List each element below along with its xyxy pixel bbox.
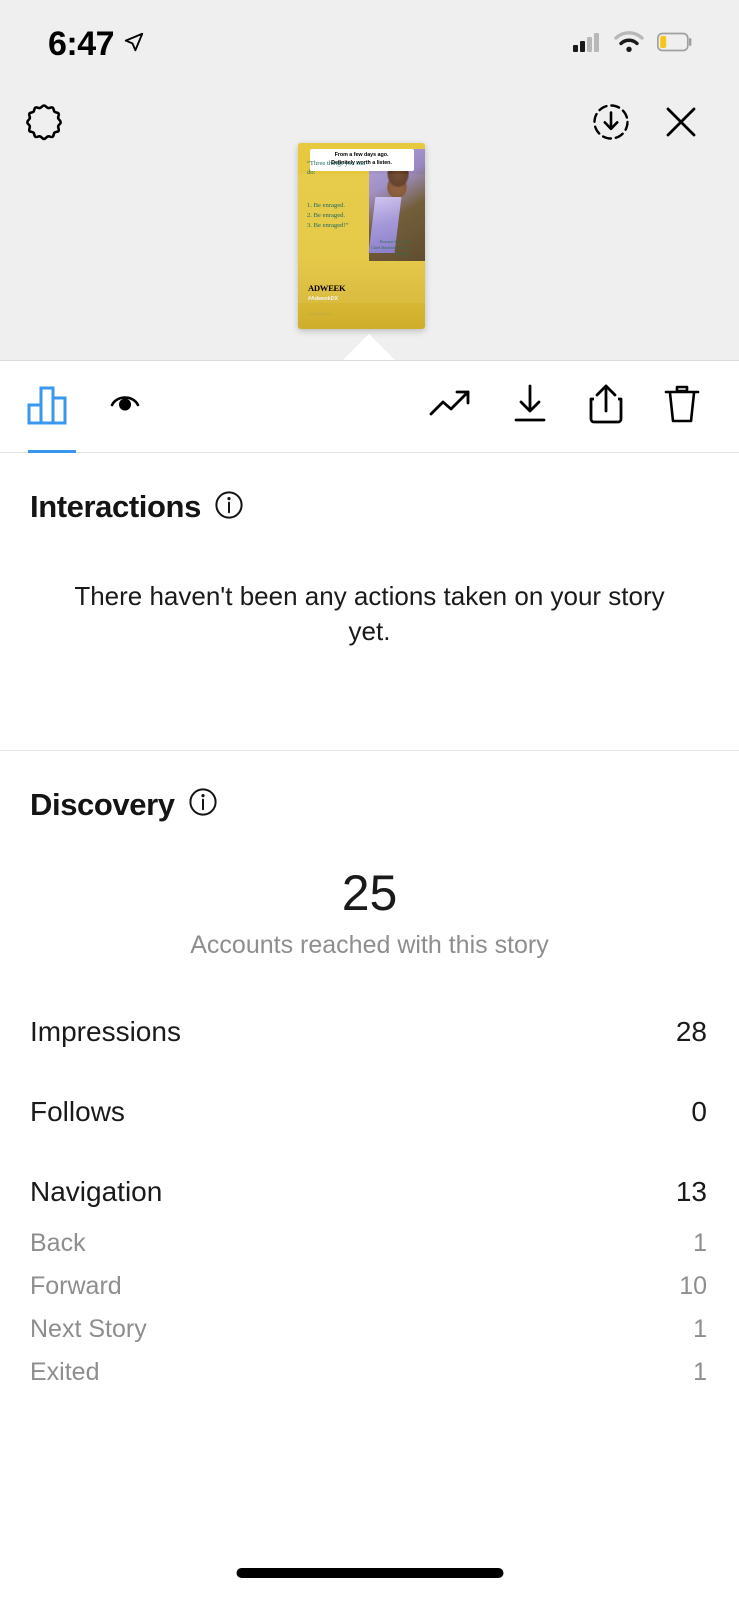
save-story-button[interactable] (589, 100, 633, 149)
stat-label: Navigation (30, 1176, 163, 1208)
home-indicator[interactable] (236, 1568, 503, 1578)
stat-value: 10 (679, 1272, 707, 1301)
stat-value: 13 (675, 1176, 707, 1208)
status-bar-time: 6:47 (48, 25, 115, 63)
interactions-title: Interactions (30, 489, 201, 524)
table-row: Follows 0 (30, 1082, 707, 1142)
row-gap (30, 1062, 707, 1082)
stat-label: Impressions (30, 1016, 181, 1048)
story-quote-item-3: 3. Be enraged!” (307, 222, 349, 230)
stat-label: Back (30, 1229, 86, 1258)
tab-viewers[interactable] (108, 387, 142, 426)
discovery-title: Discovery (30, 786, 175, 822)
story-toolbar (0, 360, 739, 453)
table-row: Next Story 1 (30, 1308, 707, 1351)
settings-button[interactable] (22, 100, 66, 149)
story-fine-print: Q Brand Studio (308, 312, 332, 316)
insights-sheet: Interactions There haven't been any acti… (0, 334, 739, 1600)
download-circle-icon (589, 100, 633, 149)
story-thumbnail-image: From a few days ago. Definitely worth a … (298, 143, 425, 329)
story-insights-screen: 6:47 From a few days ago. Definitely wor… (0, 0, 739, 1600)
table-row: Forward 10 (30, 1265, 707, 1308)
trash-icon (661, 381, 703, 432)
bar-chart-icon (26, 381, 72, 432)
row-gap (30, 1142, 707, 1162)
eye-icon (108, 387, 142, 426)
story-hashtag: #AdweekDX (308, 296, 338, 302)
accounts-reached-value: 25 (341, 864, 398, 921)
status-bar: 6:47 (0, 0, 739, 88)
stat-label: Forward (30, 1272, 122, 1301)
stat-value: 28 (675, 1016, 707, 1048)
stat-value: 0 (691, 1096, 707, 1128)
story-quote-list: 1. Be enraged. 2. Be enraged. 3. Be enra… (307, 201, 369, 231)
interactions-empty-message: There haven't been any actions taken on … (74, 581, 665, 647)
table-row: Back 1 (30, 1222, 707, 1265)
story-quote-item-2: 2. Be enraged. (307, 212, 346, 220)
download-icon (509, 382, 551, 431)
close-icon (659, 100, 703, 149)
stat-value: 1 (693, 1315, 707, 1344)
discovery-header: Discovery (0, 751, 739, 823)
discovery-section: Discovery 25 Accounts reached with this … (0, 751, 739, 1395)
battery-low-icon (656, 32, 693, 57)
accounts-reached-label: Accounts reached with this story (190, 931, 549, 960)
share-button[interactable] (585, 381, 627, 432)
delete-button[interactable] (661, 381, 703, 432)
top-bar-actions (589, 100, 703, 149)
table-row: Impressions 28 (30, 1002, 707, 1062)
story-quote-text: “Three things you can do: (307, 160, 366, 177)
attribution-company: Endeavor (395, 251, 411, 256)
stat-value: 1 (693, 1358, 707, 1387)
table-row: Navigation 13 (30, 1162, 707, 1222)
story-thumbnail[interactable]: From a few days ago. Definitely worth a … (298, 143, 425, 329)
story-attribution: - Bozoma Saint John Chief Marketing Offi… (349, 239, 411, 257)
story-quote-item-1: 1. Be enraged. (307, 202, 346, 209)
tab-insights[interactable] (26, 381, 72, 432)
promote-button[interactable] (427, 384, 475, 429)
status-bar-left: 6:47 (48, 27, 145, 61)
active-tab-indicator (28, 450, 76, 453)
download-button[interactable] (509, 382, 551, 431)
accounts-reached-block: 25 Accounts reached with this story (0, 823, 739, 961)
stat-label: Next Story (30, 1315, 147, 1344)
interactions-header: Interactions (0, 453, 739, 525)
discovery-stats-list: Impressions 28 Follows 0 Navigation 13 B… (0, 960, 739, 1394)
sheet-pointer (343, 334, 395, 360)
info-icon[interactable] (188, 787, 218, 822)
story-preview-area: From a few days ago. Definitely worth a … (0, 143, 739, 360)
status-bar-right (573, 30, 693, 58)
close-button[interactable] (659, 100, 703, 149)
table-row: Exited 1 (30, 1351, 707, 1394)
trending-up-icon (427, 384, 475, 429)
share-icon (585, 381, 627, 432)
cellular-signal-icon (573, 32, 601, 57)
stat-label: Exited (30, 1358, 100, 1387)
gear-icon (22, 100, 66, 149)
toolbar-right-group (427, 381, 703, 432)
location-arrow-icon (123, 31, 145, 58)
toolbar-left-group (26, 381, 142, 432)
interactions-spacer (0, 650, 739, 750)
wifi-icon (614, 30, 644, 58)
interactions-section: Interactions There haven't been any acti… (0, 453, 739, 750)
info-icon[interactable] (214, 490, 244, 525)
stat-label: Follows (30, 1096, 125, 1128)
adweek-logo: ADWEEK (308, 283, 346, 293)
stat-value: 1 (693, 1229, 707, 1258)
